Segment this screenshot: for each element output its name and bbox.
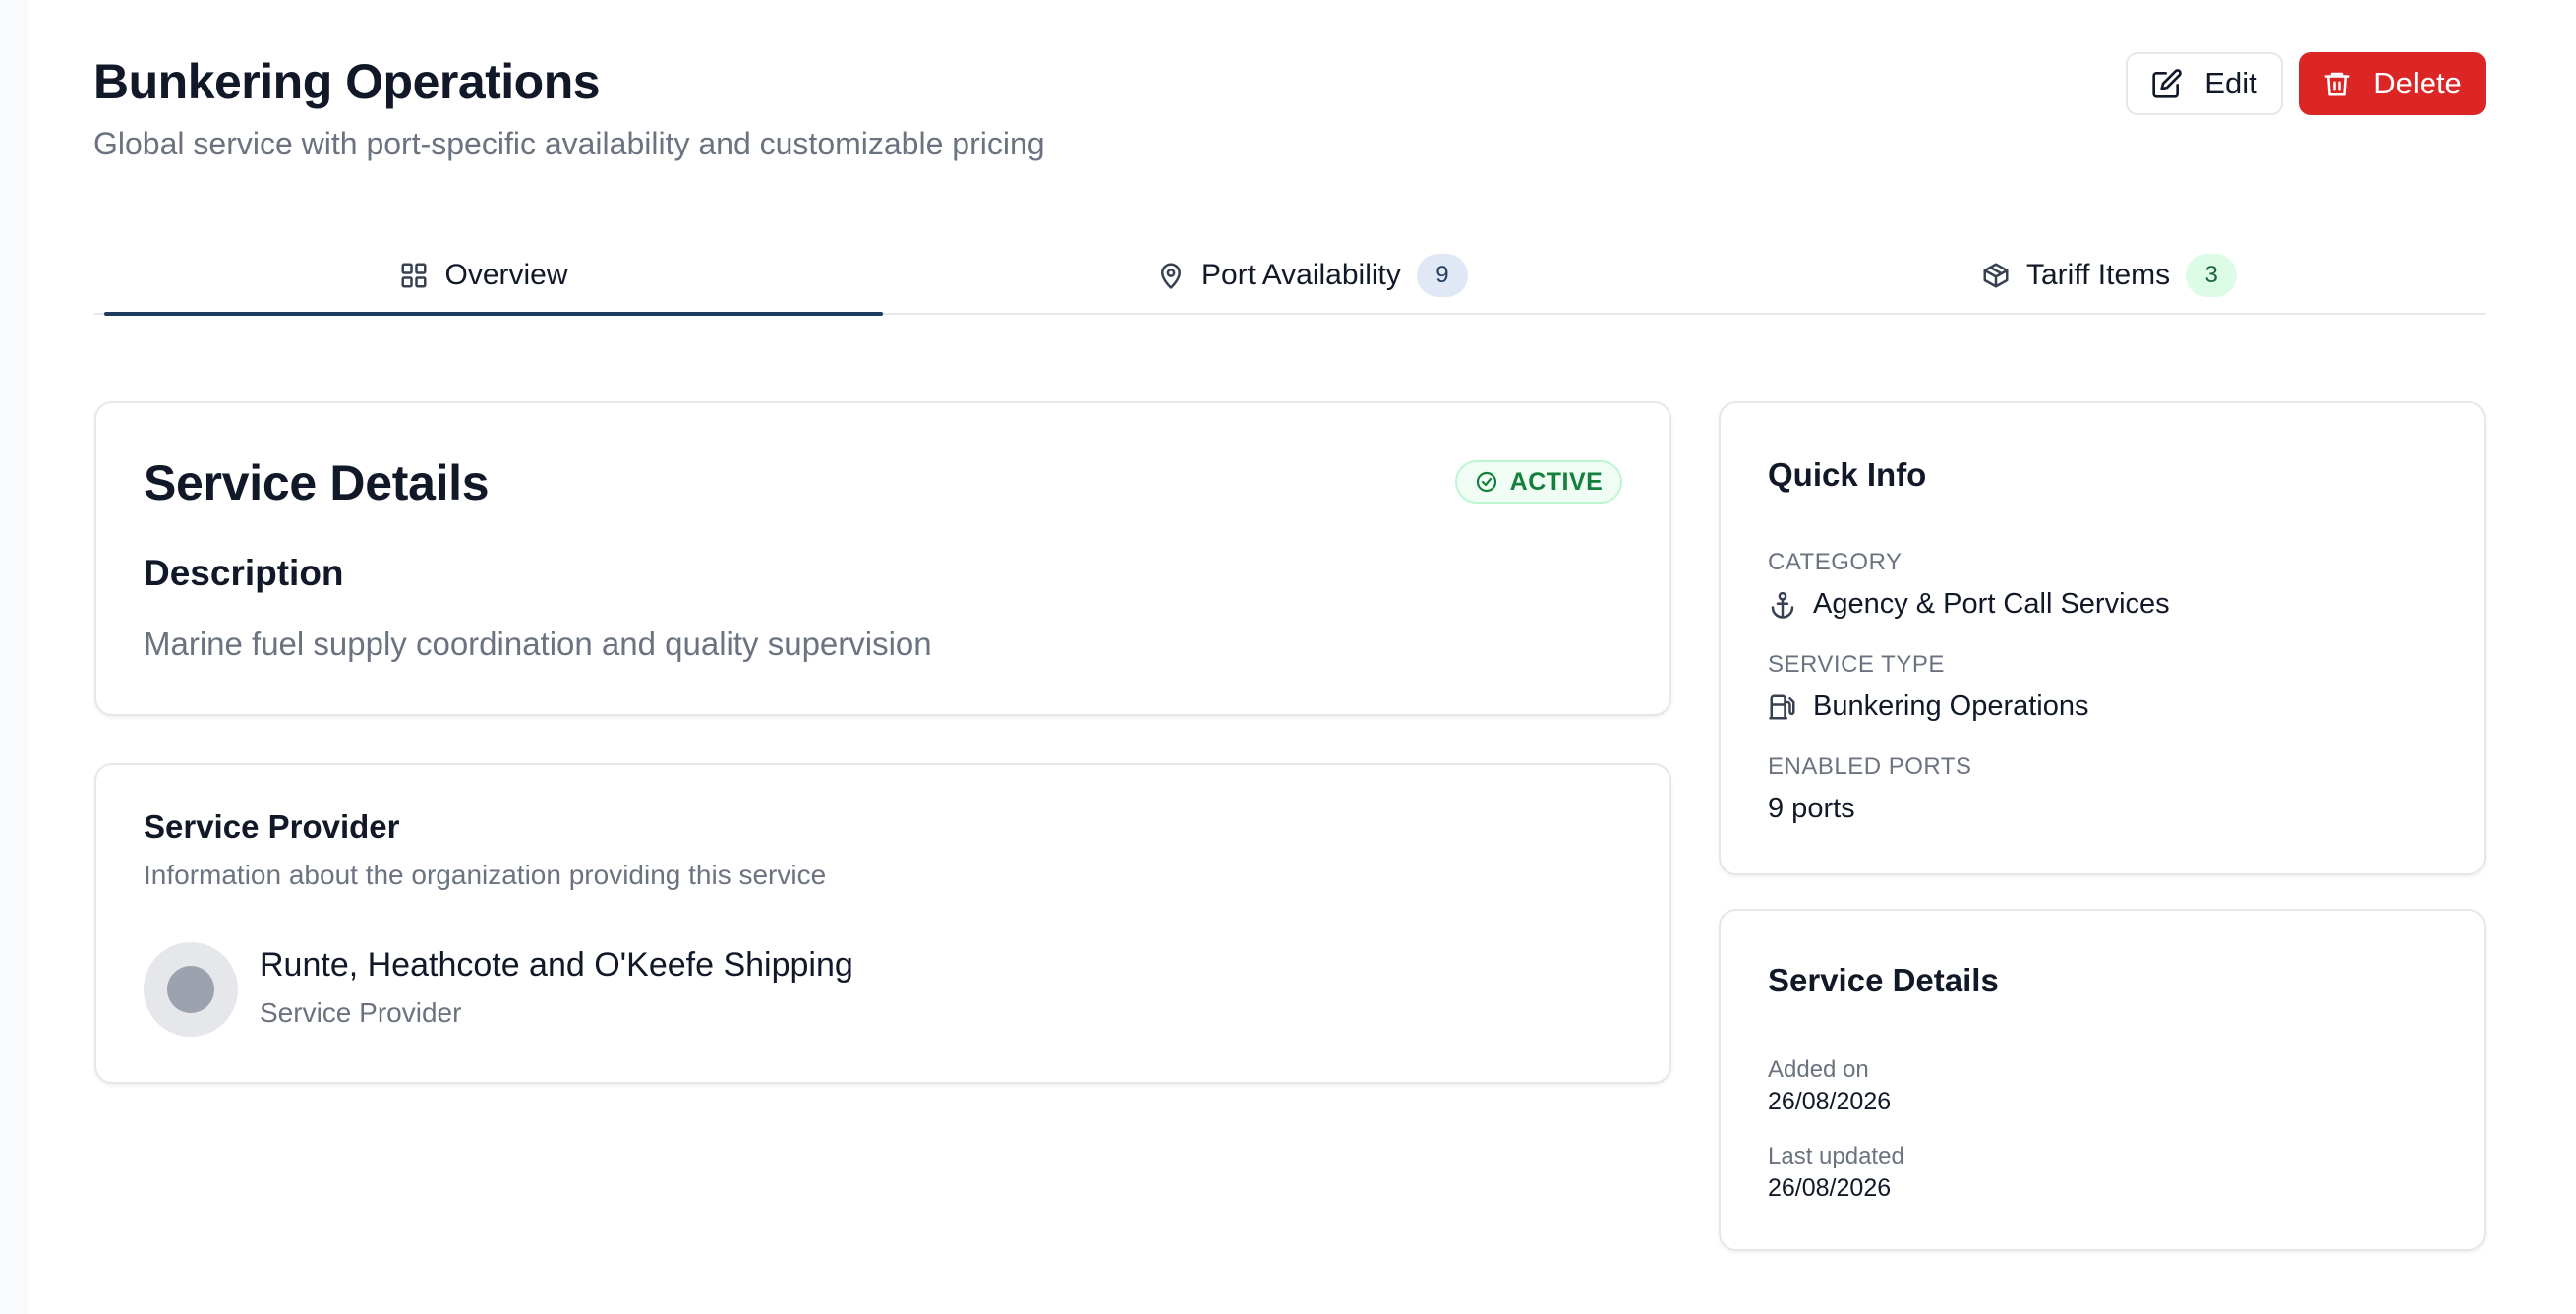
service-type-value: Bunkering Operations [1768,690,2089,723]
tab-tariff-items-label: Tariff Items [2026,259,2171,291]
page-subtitle: Global service with port-specific availa… [93,126,1045,161]
last-updated-label: Last updated [1768,1143,1904,1169]
trash-icon [2324,72,2350,96]
added-on-label: Added on [1768,1056,1869,1083]
anchor-icon [1771,591,1794,619]
check-circle-icon [1476,471,1496,493]
avatar-placeholder-icon [167,966,214,1013]
status-badge: ACTIVE [1455,460,1622,504]
package-icon [1983,263,2009,288]
tab-port-availability[interactable]: Port Availability 9 [1156,236,1468,315]
tab-tariff-items[interactable]: Tariff Items 3 [1981,236,2238,315]
edit-button-label: Edit [2204,66,2257,100]
grid-icon [401,263,427,288]
provider-description: Information about the organization provi… [144,860,827,890]
tab-overview[interactable]: Overview [94,236,873,315]
service-details-card: Service Details ACTIVE Description Marin… [94,401,1671,716]
page: Bunkering Operations Global service with… [28,0,2576,1314]
service-type-label: SERVICE TYPE [1768,651,1945,678]
delete-button[interactable]: Delete [2299,52,2486,115]
service-meta-card: Service Details Added on 26/08/2026 Last… [1719,909,2486,1251]
description-heading: Description [144,553,344,593]
provider-title: Service Provider [144,808,400,845]
category-label: CATEGORY [1768,549,1903,575]
tab-port-availability-label: Port Availability [1201,259,1401,291]
map-pin-icon [1161,263,1181,289]
category-value-text: Agency & Port Call Services [1813,588,2170,620]
edit-icon [2152,69,2183,98]
provider-role: Service Provider [260,997,462,1028]
provider-name: Runte, Heathcote and O'Keefe Shipping [260,946,853,984]
quick-info-card: Quick Info CATEGORY Agency & Port Call S… [1719,401,2486,875]
fuel-icon [1769,694,1795,719]
delete-button-label: Delete [2373,66,2462,100]
category-value: Agency & Port Call Services [1768,588,2170,621]
service-meta-title: Service Details [1768,962,1999,998]
quick-info-title: Quick Info [1768,456,1927,493]
port-count-badge: 9 [1416,254,1468,297]
service-type-value-text: Bunkering Operations [1813,690,2089,722]
description-text: Marine fuel supply coordination and qual… [144,626,932,662]
last-updated-value: 26/08/2026 [1768,1174,1892,1202]
active-tab-indicator [104,312,883,316]
avatar [144,942,238,1037]
edit-button[interactable]: Edit [2126,52,2283,115]
tariff-count-badge: 3 [2186,254,2238,297]
page-title: Bunkering Operations [93,54,601,109]
enabled-ports-value: 9 ports [1768,793,1855,824]
tab-overview-label: Overview [444,259,568,291]
enabled-ports-label: ENABLED PORTS [1768,753,1972,780]
service-details-title: Service Details [144,455,490,510]
status-badge-label: ACTIVE [1509,467,1604,496]
tab-bar: Overview Port Availability 9 Tariff Item… [94,236,2486,316]
service-provider-card: Service Provider Information about the o… [94,763,1671,1084]
added-on-value: 26/08/2026 [1768,1088,1892,1115]
